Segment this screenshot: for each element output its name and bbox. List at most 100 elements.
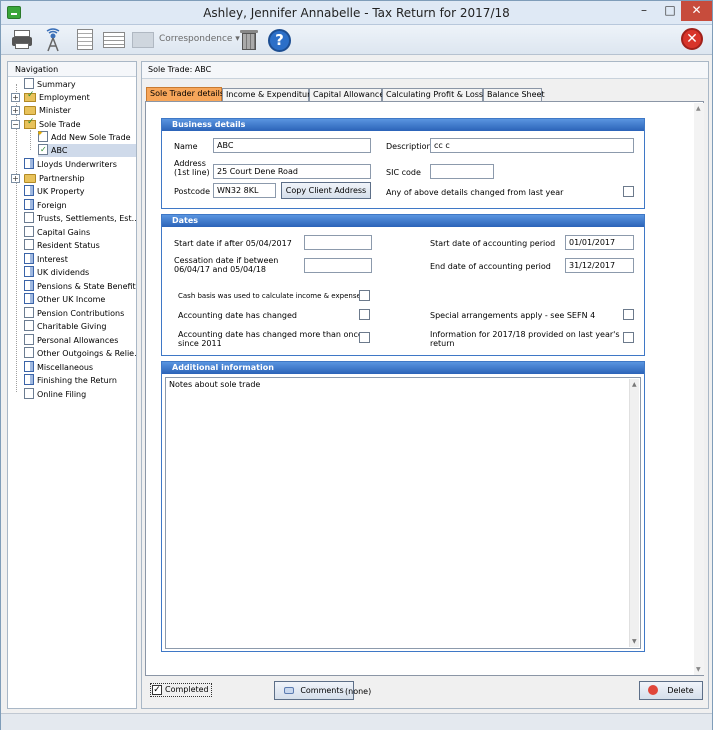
additional-info-title: Additional information	[162, 362, 644, 374]
info-provided-checkbox[interactable]	[623, 332, 634, 343]
business-details-title: Business details	[162, 119, 644, 131]
content-scrollbar[interactable]: ▲ ▼	[694, 103, 704, 675]
page-icon	[24, 185, 34, 196]
nav-item-online-filing[interactable]: Online Filing	[24, 388, 86, 401]
accounting-start-label: Start date of accounting period	[430, 239, 556, 248]
business-details-group: Business details Name ABC Description cc…	[161, 118, 645, 209]
print-icon[interactable]	[11, 28, 35, 52]
description-field[interactable]: cc c	[430, 138, 634, 153]
trash-icon[interactable]	[237, 28, 261, 52]
nav-item-summary[interactable]: Summary	[24, 78, 76, 91]
folder-icon	[24, 106, 36, 115]
nav-item-sole-trade[interactable]: Sole Trade	[24, 118, 81, 131]
completed-label: Completed	[165, 685, 209, 694]
delete-icon	[648, 685, 659, 695]
accounting-changed-checkbox[interactable]	[359, 309, 370, 320]
document-icon[interactable]	[73, 28, 97, 52]
special-arrangements-checkbox[interactable]	[623, 309, 634, 320]
accounting-end-label: End date of accounting period	[430, 262, 551, 271]
nav-item-abc[interactable]: ABC	[38, 144, 136, 157]
accounting-end-field[interactable]: 31/12/2017	[565, 258, 634, 273]
nav-item-pension-contributions[interactable]: Pension Contributions	[24, 307, 124, 320]
tab-sole-trader-details[interactable]: Sole Trader details	[146, 87, 224, 101]
copy-client-address-button[interactable]: Copy Client Address	[281, 182, 371, 199]
nav-item-capital-gains[interactable]: Capital Gains	[24, 226, 90, 239]
nav-item-partnership[interactable]: Partnership	[24, 172, 85, 185]
notes-scrollbar[interactable]: ▲ ▼	[629, 379, 639, 647]
tab-calculating-profit-losses[interactable]: Calculating Profit & Losses	[382, 88, 492, 101]
comments-status: (none)	[345, 687, 372, 696]
nav-item-personal-allowances[interactable]: Personal Allowances	[24, 334, 118, 347]
accounting-changed-more-sub-label: since 2011	[178, 339, 222, 348]
minimize-button[interactable]: –	[631, 1, 657, 21]
cash-basis-checkbox[interactable]	[359, 290, 370, 301]
nav-item-add-new-sole-trade[interactable]: Add New Sole Trade	[38, 131, 131, 144]
exit-icon[interactable]: ✕	[681, 28, 703, 50]
help-icon[interactable]: ?	[268, 28, 292, 52]
page-icon	[24, 158, 34, 169]
start-date-field[interactable]	[304, 235, 372, 250]
nav-item-other-outgoings[interactable]: Other Outgoings & Relie...	[24, 347, 136, 360]
page-icon	[24, 78, 34, 89]
notes-textarea[interactable]: Notes about sole trade ▲ ▼	[165, 377, 641, 649]
page-icon	[24, 239, 34, 250]
navigation-panel: Navigation Summary + Employment + Minist…	[7, 61, 137, 709]
correspondence-menu[interactable]: Correspondence ▾	[159, 34, 240, 44]
speech-bubble-icon	[284, 687, 295, 694]
nav-item-finishing-the-return[interactable]: Finishing the Return	[24, 374, 117, 387]
tab-income-expenditure[interactable]: Income & Expenditure	[222, 88, 315, 101]
accounting-changed-more-label: Accounting date has changed more than on…	[178, 330, 363, 339]
main-panel: Sole Trade: ABC Sole Trader details Inco…	[141, 61, 709, 709]
page-icon	[24, 334, 34, 345]
navigation-header: Navigation	[8, 62, 136, 77]
tab-balance-sheet[interactable]: Balance Sheet	[483, 88, 545, 101]
special-arrangements-label: Special arrangements apply - see SEFN 4	[430, 311, 596, 320]
new-item-icon	[38, 131, 48, 142]
completed-checkbox[interactable]: ✓ Completed	[150, 683, 212, 697]
accounting-start-field[interactable]: 01/01/2017	[565, 235, 634, 250]
nav-item-charitable-giving[interactable]: Charitable Giving	[24, 320, 106, 333]
nav-item-other-uk-income[interactable]: Other UK Income	[24, 293, 105, 306]
antenna-icon[interactable]	[41, 28, 65, 52]
completed-check-icon: ✓	[152, 685, 162, 695]
tab-capital-allowances[interactable]: Capital Allowances	[309, 88, 388, 101]
cessation-date-field[interactable]	[304, 258, 372, 273]
postcode-field[interactable]: WN32 8KL	[213, 183, 276, 198]
page-check-icon	[38, 144, 48, 156]
nav-item-miscellaneous[interactable]: Miscellaneous	[24, 361, 93, 374]
nav-item-interest[interactable]: Interest	[24, 253, 68, 266]
accounting-changed-label: Accounting date has changed	[178, 311, 297, 320]
page-icon	[24, 293, 34, 304]
sic-code-label: SIC code	[386, 168, 421, 177]
nav-item-minister[interactable]: Minister	[24, 104, 71, 117]
maximize-button[interactable]: □	[657, 1, 683, 21]
accounting-changed-more-checkbox[interactable]	[359, 332, 370, 343]
delete-button[interactable]: Delete	[639, 681, 703, 700]
nav-item-pensions-state-benefits[interactable]: Pensions & State Benefits	[24, 280, 136, 293]
page-icon	[24, 280, 34, 291]
dates-group: Dates Start date if after 05/04/2017 Sta…	[161, 214, 645, 356]
collapse-icon[interactable]: −	[11, 120, 20, 129]
details-changed-checkbox[interactable]	[623, 186, 634, 197]
nav-item-trusts[interactable]: Trusts, Settlements, Est...	[24, 212, 136, 225]
sic-code-field[interactable]	[430, 164, 494, 179]
nav-item-uk-dividends[interactable]: UK dividends	[24, 266, 89, 279]
address-field[interactable]: 25 Court Dene Road	[213, 164, 371, 179]
expand-icon[interactable]: +	[11, 106, 20, 115]
name-field[interactable]: ABC	[213, 138, 371, 153]
comments-button[interactable]: Comments	[274, 681, 354, 700]
close-button[interactable]: ✕	[681, 1, 712, 21]
page-icon	[24, 347, 34, 358]
page-icon	[24, 307, 34, 318]
title-bar: Ashley, Jennifer Annabelle - Tax Return …	[1, 1, 712, 25]
nav-item-resident-status[interactable]: Resident Status	[24, 239, 100, 252]
expand-icon[interactable]: +	[11, 174, 20, 183]
nav-item-lloyds-underwriters[interactable]: Lloyds Underwriters	[24, 158, 117, 171]
spreadsheet-icon[interactable]	[101, 28, 125, 52]
dates-title: Dates	[162, 215, 644, 227]
window-title: Ashley, Jennifer Annabelle - Tax Return …	[203, 6, 510, 20]
expand-icon[interactable]: +	[11, 93, 20, 102]
nav-item-employment[interactable]: Employment	[24, 91, 90, 104]
nav-item-foreign[interactable]: Foreign	[24, 199, 67, 212]
nav-item-uk-property[interactable]: UK Property	[24, 185, 85, 198]
